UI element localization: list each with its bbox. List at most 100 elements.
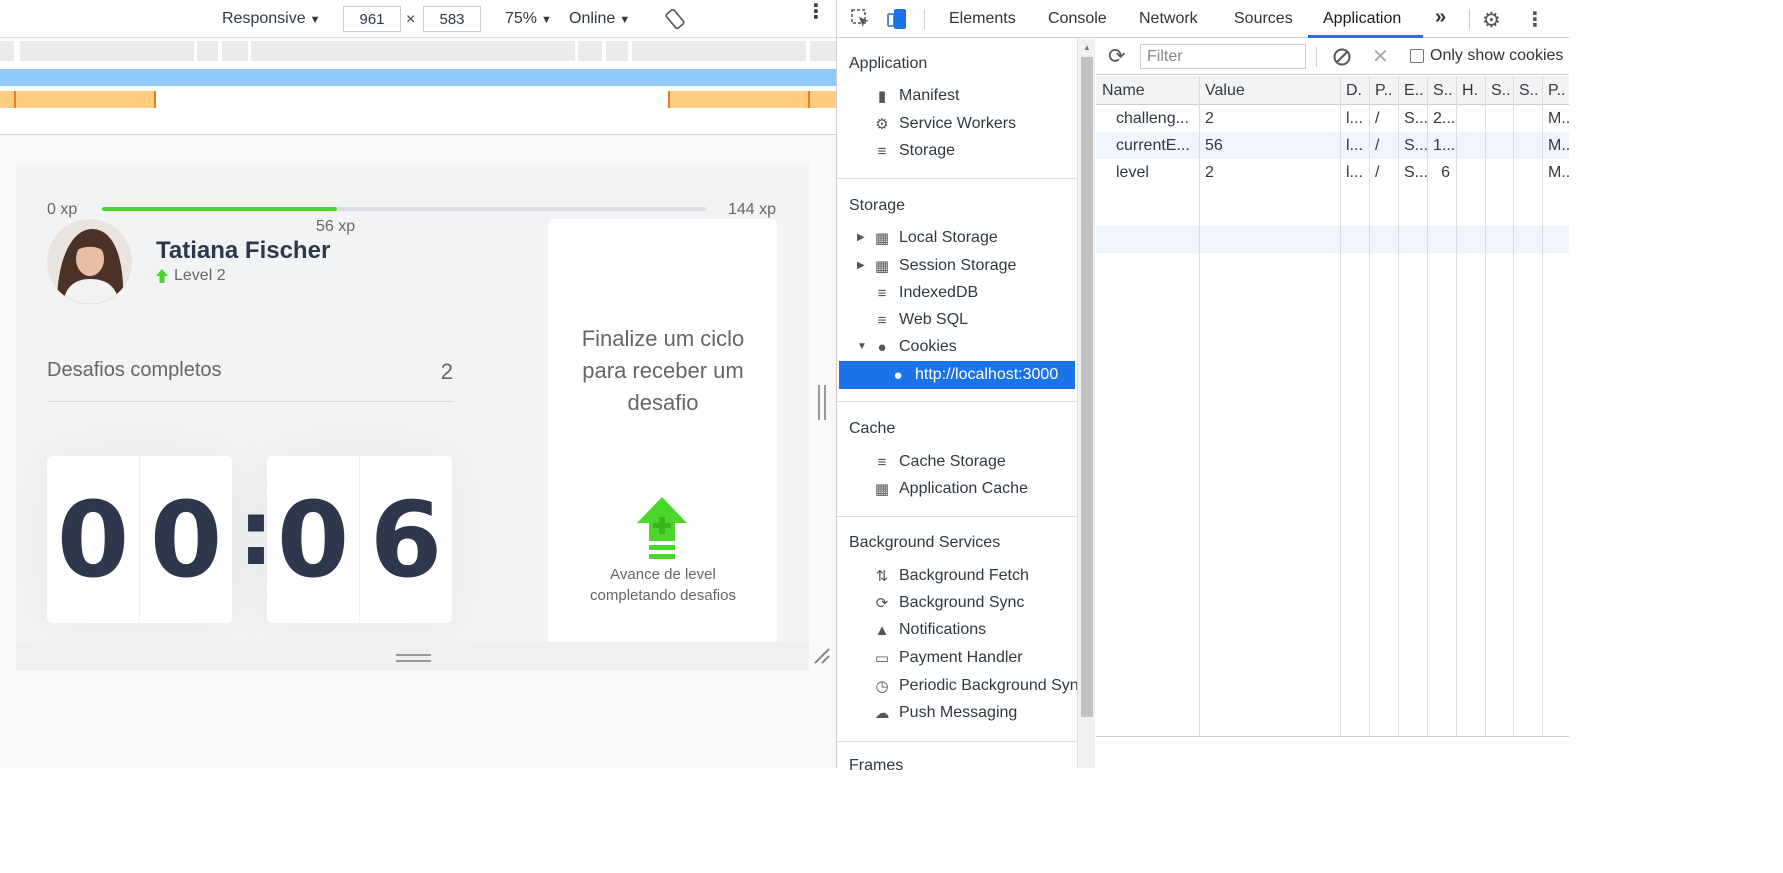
column-header[interactable]: Name [1096, 77, 1199, 104]
settings-gear-icon[interactable]: ⚙ [1482, 8, 1501, 33]
column-divider[interactable] [1369, 76, 1370, 736]
sidebar-item-background-fetch[interactable]: ⇅ Background Fetch [873, 564, 1029, 588]
tab-application[interactable]: Application [1323, 10, 1401, 28]
refresh-icon[interactable]: ⟳ [1108, 44, 1126, 69]
sidebar-item-storage[interactable]: ≡ Storage [873, 139, 955, 163]
sidebar-item-web-sql[interactable]: ≡ Web SQL [873, 308, 968, 332]
sidebar-item-application-cache[interactable]: ▦ Application Cache [873, 477, 1028, 501]
sidebar-item-payment-handler[interactable]: ▭ Payment Handler [873, 646, 1023, 670]
more-options-icon[interactable]: ⋮ [1525, 7, 1545, 32]
column-header[interactable]: E.. [1398, 77, 1427, 104]
cookie-icon: ● [877, 338, 887, 356]
height-input[interactable]: 583 [423, 6, 481, 32]
grid-icon: ▦ [874, 258, 890, 275]
sidebar-item-manifest[interactable]: ▮ Manifest [873, 84, 960, 108]
sidebar-item-label: Application Cache [899, 480, 1028, 497]
device-select[interactable]: Responsive ▼ [222, 10, 321, 28]
filter-input[interactable]: Filter [1140, 44, 1306, 69]
corner-resize-icon[interactable] [812, 646, 832, 666]
column-divider[interactable] [1199, 76, 1200, 736]
table-cell [1456, 132, 1485, 159]
table-row[interactable]: level 2 l... / S... 6 M... [1096, 159, 1569, 186]
sidebar-item-session-storage[interactable]: ▦ Session Storage [873, 254, 1017, 278]
column-header[interactable]: P.. [1542, 77, 1569, 104]
media-query-bar[interactable] [197, 41, 218, 61]
checkbox-box[interactable] [1410, 49, 1424, 63]
expand-arrow-icon[interactable]: ▶ [857, 232, 865, 243]
sidebar-scrollbar[interactable]: ▲ [1077, 39, 1095, 768]
zoom-select[interactable]: 75% ▼ [505, 10, 552, 28]
file-icon: ▮ [877, 88, 887, 105]
media-query-bar[interactable] [632, 41, 806, 61]
sidebar-item-cookies[interactable]: ● Cookies [873, 335, 956, 359]
sidebar-item-label: Manifest [899, 87, 960, 104]
dropdown-arrow-icon: ▼ [541, 14, 552, 26]
table-cell: 56 [1205, 137, 1223, 154]
tab-console[interactable]: Console [1048, 10, 1107, 28]
table-row[interactable]: currentE... 56 l... / S... 1... M... [1096, 132, 1569, 159]
section-header-storage: Storage [849, 197, 906, 214]
table-cell: currentE... [1116, 137, 1190, 154]
column-divider[interactable] [1485, 76, 1486, 736]
sidebar-item-notifications[interactable]: ▲ Notifications [873, 618, 987, 642]
column-header[interactable]: H. [1456, 77, 1485, 104]
media-query-bar[interactable] [606, 41, 628, 61]
more-tabs-icon[interactable]: » [1435, 6, 1446, 29]
min-max-media-query-bar[interactable] [0, 91, 155, 108]
tab-sources[interactable]: Sources [1234, 10, 1293, 28]
tab-elements[interactable]: Elements [949, 10, 1016, 28]
media-query-bar[interactable] [20, 41, 194, 61]
sidebar-item-label: IndexedDB [899, 284, 979, 301]
max-width-media-query-bar[interactable] [0, 69, 836, 86]
media-query-bar[interactable] [578, 41, 602, 61]
sidebar-item-indexeddb[interactable]: ≡ IndexedDB [873, 281, 979, 305]
table-row[interactable]: challeng... 2 l... / S... 2... M... [1096, 105, 1569, 132]
scroll-up-arrow-icon[interactable]: ▲ [1083, 43, 1091, 52]
column-divider[interactable] [1398, 76, 1399, 736]
device-toolbar-toggle-icon[interactable] [886, 7, 908, 36]
sidebar-item-background-sync[interactable]: ⟳ Background Sync [873, 591, 1025, 615]
column-divider[interactable] [1542, 76, 1543, 736]
devtools-panel: Elements Console Network Sources Applica… [836, 0, 1569, 774]
tab-network[interactable]: Network [1139, 10, 1198, 28]
column-header[interactable]: D. [1340, 77, 1369, 104]
min-max-media-query-bar[interactable] [668, 91, 836, 108]
column-divider[interactable] [1456, 76, 1457, 736]
column-header[interactable]: S.. [1513, 77, 1542, 104]
column-header[interactable]: S.. [1427, 77, 1456, 104]
expand-arrow-icon[interactable]: ▶ [857, 260, 865, 271]
rotate-icon[interactable] [664, 8, 686, 35]
height-resize-handle[interactable] [396, 654, 431, 662]
level-up-icon [156, 269, 168, 283]
only-show-issues-checkbox[interactable]: Only show cookies [1410, 47, 1563, 65]
xp-start-label: 0 xp [47, 201, 78, 218]
column-header[interactable]: Value [1199, 77, 1340, 104]
width-input[interactable]: 961 [343, 6, 401, 32]
network-throttle-select[interactable]: Online ▼ [569, 10, 630, 28]
media-query-bar[interactable] [251, 41, 575, 61]
width-resize-handle[interactable] [818, 385, 826, 420]
delete-selected-icon[interactable]: ✕ [1372, 44, 1389, 69]
table-row-empty[interactable] [1096, 226, 1569, 253]
clear-all-icon[interactable] [1332, 47, 1352, 72]
media-query-bar[interactable] [222, 41, 248, 61]
sidebar-item-periodic-background-sync[interactable]: ◷ Periodic Background Syn [873, 674, 1078, 698]
more-options-icon[interactable]: ⋮ [806, 2, 826, 22]
sidebar-item-local-storage[interactable]: ▦ Local Storage [873, 226, 998, 250]
column-divider[interactable] [1513, 76, 1514, 736]
sidebar-item-cache-storage[interactable]: ≡ Cache Storage [873, 450, 1006, 474]
cookie-icon: ● [893, 366, 903, 384]
column-header[interactable]: P.. [1369, 77, 1398, 104]
sidebar-item-push-messaging[interactable]: ☁ Push Messaging [873, 701, 1018, 725]
sidebar-item-cookie-origin[interactable]: ● http://localhost:3000 [839, 361, 1075, 389]
column-divider[interactable] [1340, 76, 1341, 736]
sidebar-item-service-workers[interactable]: ⚙ Service Workers [873, 112, 1016, 136]
media-query-bar[interactable] [0, 41, 14, 61]
media-query-bar[interactable] [810, 41, 836, 61]
column-header[interactable]: S.. [1485, 77, 1513, 104]
sidebar-scrollbar-thumb[interactable] [1081, 57, 1093, 717]
collapse-arrow-icon[interactable]: ▼ [857, 341, 867, 352]
inspect-element-icon[interactable] [851, 9, 871, 34]
column-divider[interactable] [1427, 76, 1428, 736]
countdown-seconds: 0 6 [267, 456, 452, 623]
